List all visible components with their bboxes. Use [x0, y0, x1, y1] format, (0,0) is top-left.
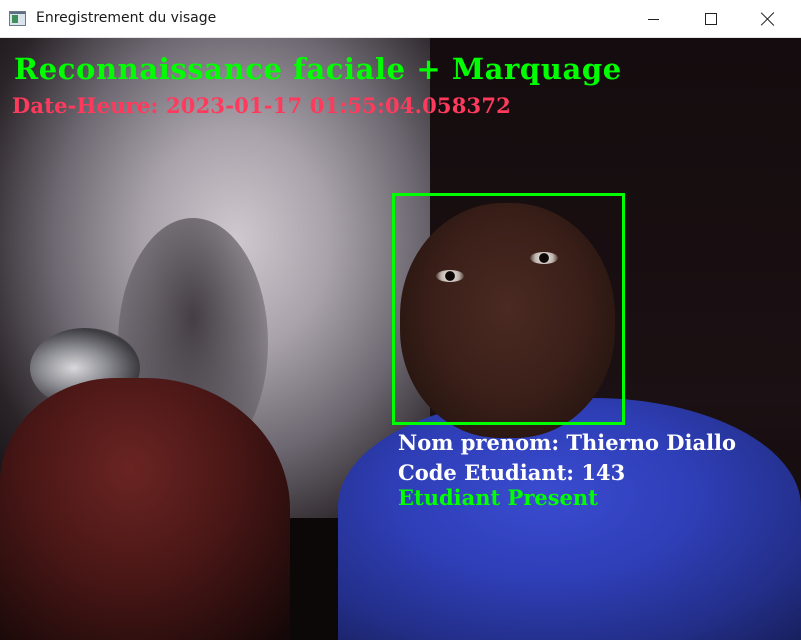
- window-title: Enregistrement du visage: [36, 10, 217, 26]
- student-name-label: Nom prenom: Thierno Diallo: [398, 430, 737, 455]
- window-titlebar: Enregistrement du visage: [0, 0, 801, 38]
- app-window-icon: [9, 11, 26, 26]
- student-code-label: Code Etudiant: 143: [398, 460, 626, 485]
- maximize-button[interactable]: [688, 0, 734, 38]
- close-icon: [761, 12, 775, 26]
- datetime-stamp: Date-Heure: 2023-01-17 01:55:04.058372: [12, 93, 511, 118]
- maximize-icon: [705, 13, 717, 25]
- attendance-status-label: Etudiant Present: [398, 485, 598, 510]
- minimize-button[interactable]: [630, 0, 676, 38]
- recognition-title: Reconnaissance faciale + Marquage: [14, 52, 622, 86]
- minimize-icon: [647, 18, 659, 20]
- close-button[interactable]: [745, 0, 791, 38]
- face-detection-box: [392, 193, 625, 425]
- red-garment: [0, 378, 290, 640]
